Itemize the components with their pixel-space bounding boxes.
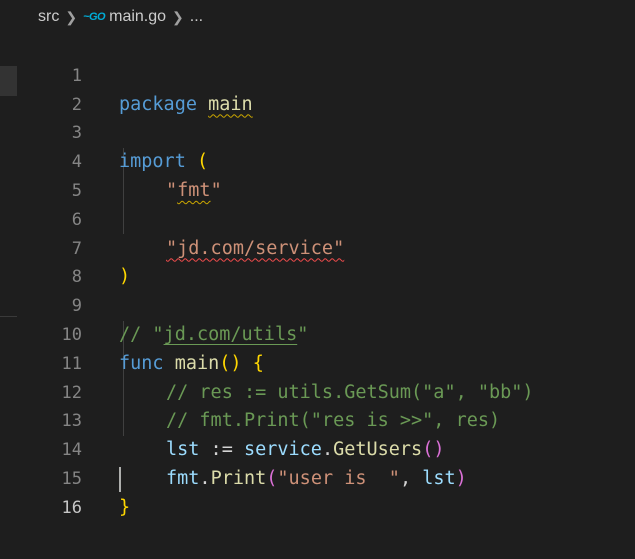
code-line[interactable]: 12 // fmt.Print("res is >>", res)	[0, 350, 635, 432]
bracket-token: }	[119, 496, 131, 518]
code-line[interactable]: 13 lst := service.GetUsers()	[0, 379, 635, 460]
code-editor[interactable]: 1 package main 2 3 import ( 4 "fmt" 5 6 …	[0, 33, 635, 518]
code-line-current[interactable]: 16	[0, 465, 635, 518]
code-line[interactable]: 3 import (	[0, 91, 635, 172]
code-line[interactable]: 1 package main	[0, 33, 635, 115]
go-file-icon: ~GO	[83, 11, 106, 23]
code-line[interactable]: 9 // "jd.com/utils"	[0, 263, 635, 345]
chevron-right-icon: ❯	[172, 8, 184, 25]
code-line[interactable]: 5	[0, 148, 635, 201]
code-line[interactable]: 4 "fmt"	[0, 119, 635, 201]
breadcrumb: src ❯ ~GO main.go ❯ ...	[0, 0, 635, 34]
chevron-right-icon: ❯	[65, 8, 78, 25]
breadcrumb-more[interactable]: ...	[190, 8, 203, 26]
code-line[interactable]: 7 )	[0, 206, 635, 288]
line-number: 16	[61, 497, 82, 518]
breadcrumb-folder[interactable]: src	[38, 8, 59, 26]
code-line[interactable]: 6 "jd.com/service"	[0, 177, 635, 259]
code-line[interactable]: 10 func main() {	[0, 292, 635, 374]
code-line[interactable]: 8	[0, 235, 635, 287]
code-line[interactable]: 14 fmt.Print("user is ", lst)	[0, 407, 635, 489]
code-line[interactable]: 11 // res := utils.GetSum("a", "bb")	[0, 321, 635, 403]
code-line[interactable]: 2	[0, 62, 635, 115]
breadcrumb-file[interactable]: main.go	[109, 8, 166, 26]
text-cursor	[119, 466, 121, 492]
code-line[interactable]: 15 }	[0, 436, 635, 518]
